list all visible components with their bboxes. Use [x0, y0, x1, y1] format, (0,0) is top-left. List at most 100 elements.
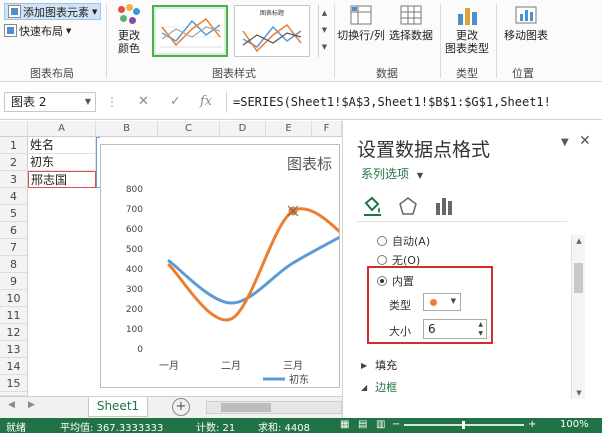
radio-auto[interactable] — [377, 236, 387, 246]
spin-down-icon[interactable]: ▼ — [478, 329, 483, 338]
legend-label: 初东 — [289, 373, 309, 386]
gallery-down-icon[interactable]: ▼ — [319, 22, 330, 39]
row-header[interactable]: 5 — [0, 205, 28, 222]
tab-prev-icon[interactable]: ◀ — [8, 400, 15, 410]
row-header[interactable]: 1 — [0, 137, 28, 154]
select-data-button[interactable]: 选择数据 — [387, 4, 435, 42]
marker-auto-option[interactable]: 自动(A) — [377, 233, 430, 249]
radio-none[interactable] — [377, 255, 387, 265]
scroll-up-icon[interactable]: ▲ — [573, 237, 585, 245]
row-header[interactable]: 12 — [0, 324, 28, 341]
enter-icon[interactable]: ✓ — [170, 92, 181, 112]
row-header[interactable]: 4 — [0, 188, 28, 205]
radio-builtin[interactable] — [377, 276, 387, 286]
row-header[interactable]: 11 — [0, 307, 28, 324]
sheet-tab-sheet1[interactable]: Sheet1 — [88, 397, 148, 417]
effects-pentagon-icon[interactable] — [397, 195, 419, 217]
quick-layout-icon — [4, 24, 17, 37]
horizontal-scrollbar[interactable] — [206, 401, 342, 414]
chevron-down-icon: ▼ — [66, 26, 72, 35]
fill-line-icon[interactable] — [361, 195, 383, 217]
row-header[interactable]: 7 — [0, 239, 28, 256]
col-header-E[interactable]: E — [266, 121, 312, 137]
scroll-thumb[interactable] — [221, 403, 271, 412]
marker-size-spinner[interactable]: 6 ▲ ▼ — [423, 319, 487, 339]
sheet-tab-bar: ◀ ▶ Sheet1 + — [0, 396, 342, 418]
row-header[interactable]: 14 — [0, 358, 28, 375]
cell-A3[interactable]: 邢志国 — [28, 171, 96, 188]
marker-builtin-option[interactable]: 内置 — [377, 273, 414, 289]
formula-bar-grip-icon: ⋮ — [106, 95, 118, 109]
cell-A2[interactable]: 初东 — [28, 154, 96, 171]
chart-canvas: 图表标0100200300400500600700800一月二月三月四月初东 — [126, 155, 339, 386]
row-header[interactable]: 15 — [0, 375, 28, 392]
add-sheet-button[interactable]: + — [172, 398, 190, 416]
group-separator — [334, 4, 335, 78]
bar-chart-icon — [455, 4, 479, 26]
chart-style-thumbnail-2[interactable]: 图表标题 — [234, 5, 310, 57]
line-chart[interactable]: 图表标0100200300400500600700800一月二月三月四月初东 — [100, 144, 340, 388]
row-header[interactable]: 2 — [0, 154, 28, 171]
pane-scrollbar[interactable]: ▲ ▼ — [571, 235, 585, 399]
chart-title: 图表标 — [287, 155, 332, 173]
fill-section[interactable]: ▶ 填充 — [361, 357, 397, 373]
border-section[interactable]: ◢ 边框 — [361, 379, 397, 395]
quick-layout-button[interactable]: 快速布局 ▼ — [4, 22, 71, 39]
row-header[interactable]: 10 — [0, 290, 28, 307]
row-header[interactable]: 6 — [0, 222, 28, 239]
zoom-out-icon[interactable]: − — [392, 419, 400, 430]
switch-row-column-button[interactable]: 切换行/列 — [336, 4, 386, 42]
x-tick-label: 三月 — [283, 360, 303, 372]
scroll-down-icon[interactable]: ▼ — [573, 389, 585, 397]
col-header-C[interactable]: C — [158, 121, 220, 137]
cell-A1[interactable]: 姓名 — [28, 137, 96, 154]
status-average: 平均值: 367.3333333 — [60, 423, 164, 434]
group-label-data: 数据 — [376, 67, 398, 80]
name-box[interactable]: 图表 2 ▼ — [4, 92, 96, 112]
chevron-down-icon[interactable]: ▼ — [85, 93, 91, 111]
row-header[interactable]: 13 — [0, 341, 28, 358]
y-tick-label: 700 — [126, 205, 143, 215]
series-line-1 — [167, 235, 339, 305]
change-chart-type-button[interactable]: 更改 图表类型 — [442, 4, 492, 55]
change-colors-button[interactable]: 更改 颜色 — [110, 4, 148, 55]
gallery-up-icon[interactable]: ▲ — [319, 5, 330, 22]
group-label-location: 位置 — [512, 67, 534, 80]
pane-divider — [357, 221, 567, 222]
page-break-icon[interactable]: ▥ — [376, 419, 385, 430]
move-chart-button[interactable]: 移动图表 — [499, 4, 553, 42]
cancel-icon[interactable]: ✕ — [138, 92, 149, 112]
pane-options-icon[interactable]: ▼ — [561, 137, 569, 148]
col-header-F[interactable]: F — [312, 121, 342, 137]
tab-next-icon[interactable]: ▶ — [28, 400, 35, 410]
series-options-bar-icon[interactable] — [433, 195, 455, 217]
add-element-icon — [8, 5, 21, 18]
select-all-corner[interactable] — [0, 121, 28, 137]
col-header-B[interactable]: B — [96, 121, 158, 137]
y-tick-label: 500 — [126, 245, 143, 255]
formula-input[interactable]: =SERIES(Sheet1!$A$3,Sheet1!$B$1:$G$1,She… — [226, 91, 602, 113]
chart-style-thumbnail-1[interactable] — [152, 5, 228, 57]
zoom-in-icon[interactable]: + — [528, 419, 536, 430]
row-header[interactable]: 3 — [0, 171, 28, 188]
spin-up-icon[interactable]: ▲ — [478, 320, 483, 329]
col-header-A[interactable]: A — [28, 121, 96, 137]
gallery-more-icon[interactable]: ▼ — [319, 39, 330, 56]
add-chart-element-button[interactable]: 添加图表元素 ▼ — [4, 3, 102, 20]
page-layout-icon[interactable]: ▤ — [358, 419, 367, 430]
expand-right-icon: ▶ — [361, 360, 368, 370]
row-header[interactable]: 9 — [0, 273, 28, 290]
zoom-thumb[interactable] — [462, 421, 465, 429]
pane-scroll-thumb[interactable] — [574, 263, 583, 293]
group-label-layout: 图表布局 — [30, 67, 74, 80]
close-icon[interactable]: ✕ — [579, 133, 591, 149]
chevron-down-icon: ▼ — [450, 297, 456, 305]
row-header[interactable]: 8 — [0, 256, 28, 273]
ribbon: 添加图表元素 ▼ 快速布局 ▼ 图表布局 更改 颜色 图表标题 ▲ ▼ ▼ 图表… — [0, 0, 602, 82]
insert-function-icon[interactable]: fx — [200, 92, 212, 112]
gallery-scroll[interactable]: ▲ ▼ ▼ — [318, 5, 330, 57]
series-options-dropdown[interactable]: 系列选项 ▼ — [361, 165, 423, 182]
marker-type-select[interactable]: ▼ — [423, 293, 461, 311]
col-header-D[interactable]: D — [220, 121, 266, 137]
normal-view-icon[interactable]: ▦ — [340, 419, 349, 430]
